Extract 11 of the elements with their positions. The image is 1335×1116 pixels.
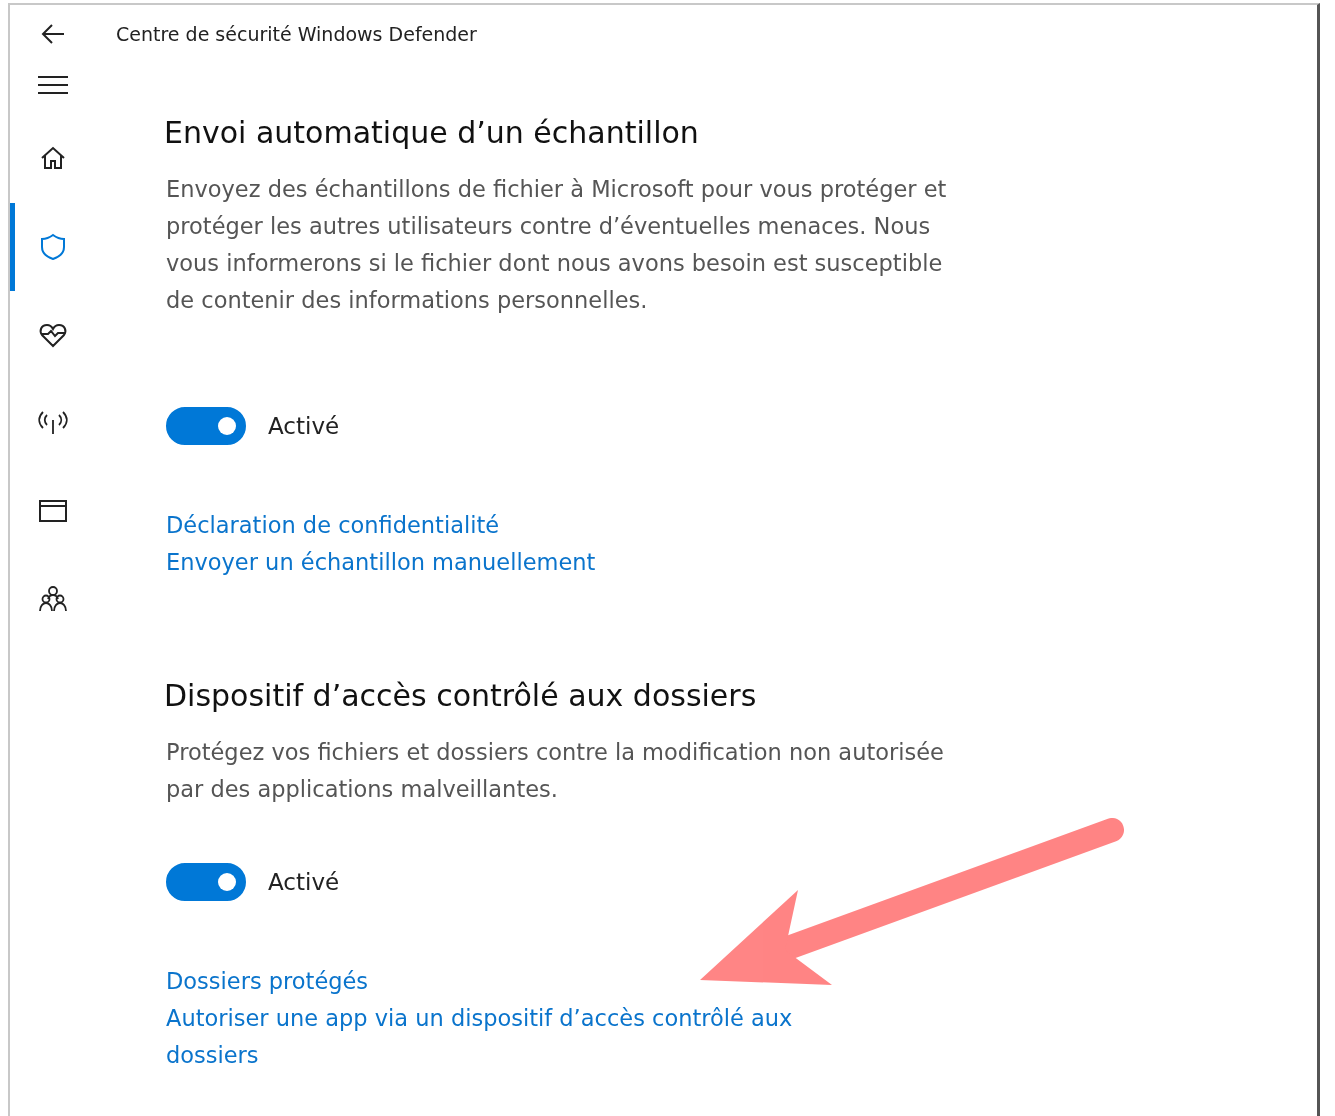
section-description: Envoyez des échantillons de fichier à Microsoft pour vous protéger et protéger les autres utilisateurs contre d’éventuelles menaces. Nous vous informerons si le fichier dont nous avons besoin est susceptible de contenir des informations personnelles.: [166, 175, 948, 315]
link[interactable]: Déclaration de confidentialité: [166, 507, 500, 544]
link[interactable]: Autoriser une app via un dispositif d’accès contrôlé aux dossiers: [166, 1000, 846, 1074]
section-description: Protégez vos fichiers et dossiers contre la modification non autorisée par des applications malveillantes.: [166, 738, 945, 804]
window-title: Centre de sécurité Windows Defender: [116, 23, 477, 45]
section-heading: Dispositif d’accès contrôlé aux dossiers: [164, 677, 758, 715]
toggle-label: Activé: [268, 413, 340, 439]
toggle-label: Activé: [268, 869, 340, 895]
link[interactable]: Envoyer un échantillon manuellement: [166, 544, 596, 581]
section-heading: Envoi automatique d’un échantillon: [164, 114, 700, 152]
link[interactable]: Dossiers protégés: [166, 963, 369, 1000]
